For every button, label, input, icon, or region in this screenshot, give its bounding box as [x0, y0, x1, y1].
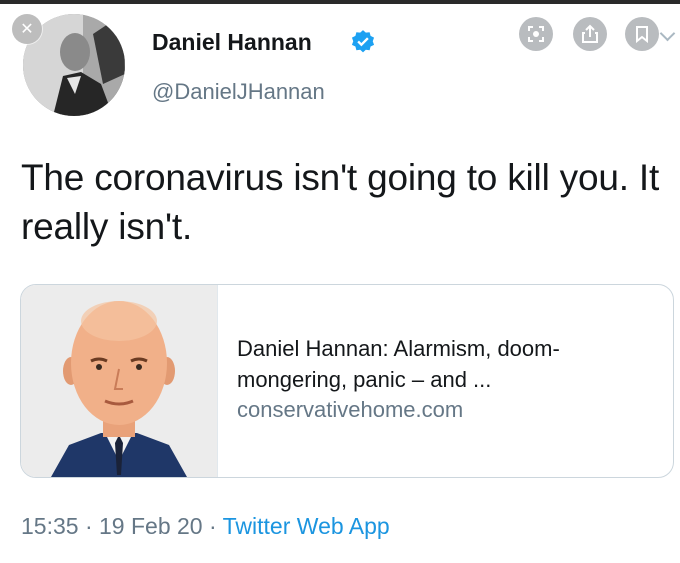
tweet-source[interactable]: Twitter Web App — [223, 513, 390, 539]
meta-separator: · — [84, 513, 93, 539]
bookmark-icon — [636, 26, 648, 43]
close-button[interactable]: ✕ — [12, 14, 42, 44]
tweet-time[interactable]: 15:35 — [21, 513, 79, 539]
bookmark-button[interactable] — [625, 17, 659, 51]
lens-icon — [528, 26, 544, 42]
link-card-domain: conservativehome.com — [237, 397, 464, 422]
verified-badge-icon — [351, 30, 375, 53]
link-card-title: Daniel Hannan: Alarmism, doom-mongering,… — [237, 336, 560, 392]
tweet-meta: 15:35 · 19 Feb 20 · Twitter Web App — [21, 513, 390, 540]
chevron-down-icon[interactable] — [659, 25, 676, 42]
tweet-text: The coronavirus isn't going to kill you.… — [21, 157, 660, 247]
author-handle[interactable]: @DanielJHannan — [152, 79, 325, 105]
link-preview-image — [21, 285, 218, 477]
share-button[interactable] — [573, 17, 607, 51]
link-preview-card[interactable]: Daniel Hannan: Alarmism, doom-mongering,… — [20, 284, 674, 478]
share-icon — [582, 24, 598, 43]
close-icon: ✕ — [20, 21, 34, 38]
author-name[interactable]: Daniel Hannan — [152, 29, 312, 56]
meta-separator: · — [209, 513, 217, 539]
top-edge-bar — [0, 0, 680, 4]
tweet-date[interactable]: 19 Feb 20 — [99, 513, 203, 539]
lens-button[interactable] — [519, 17, 553, 51]
